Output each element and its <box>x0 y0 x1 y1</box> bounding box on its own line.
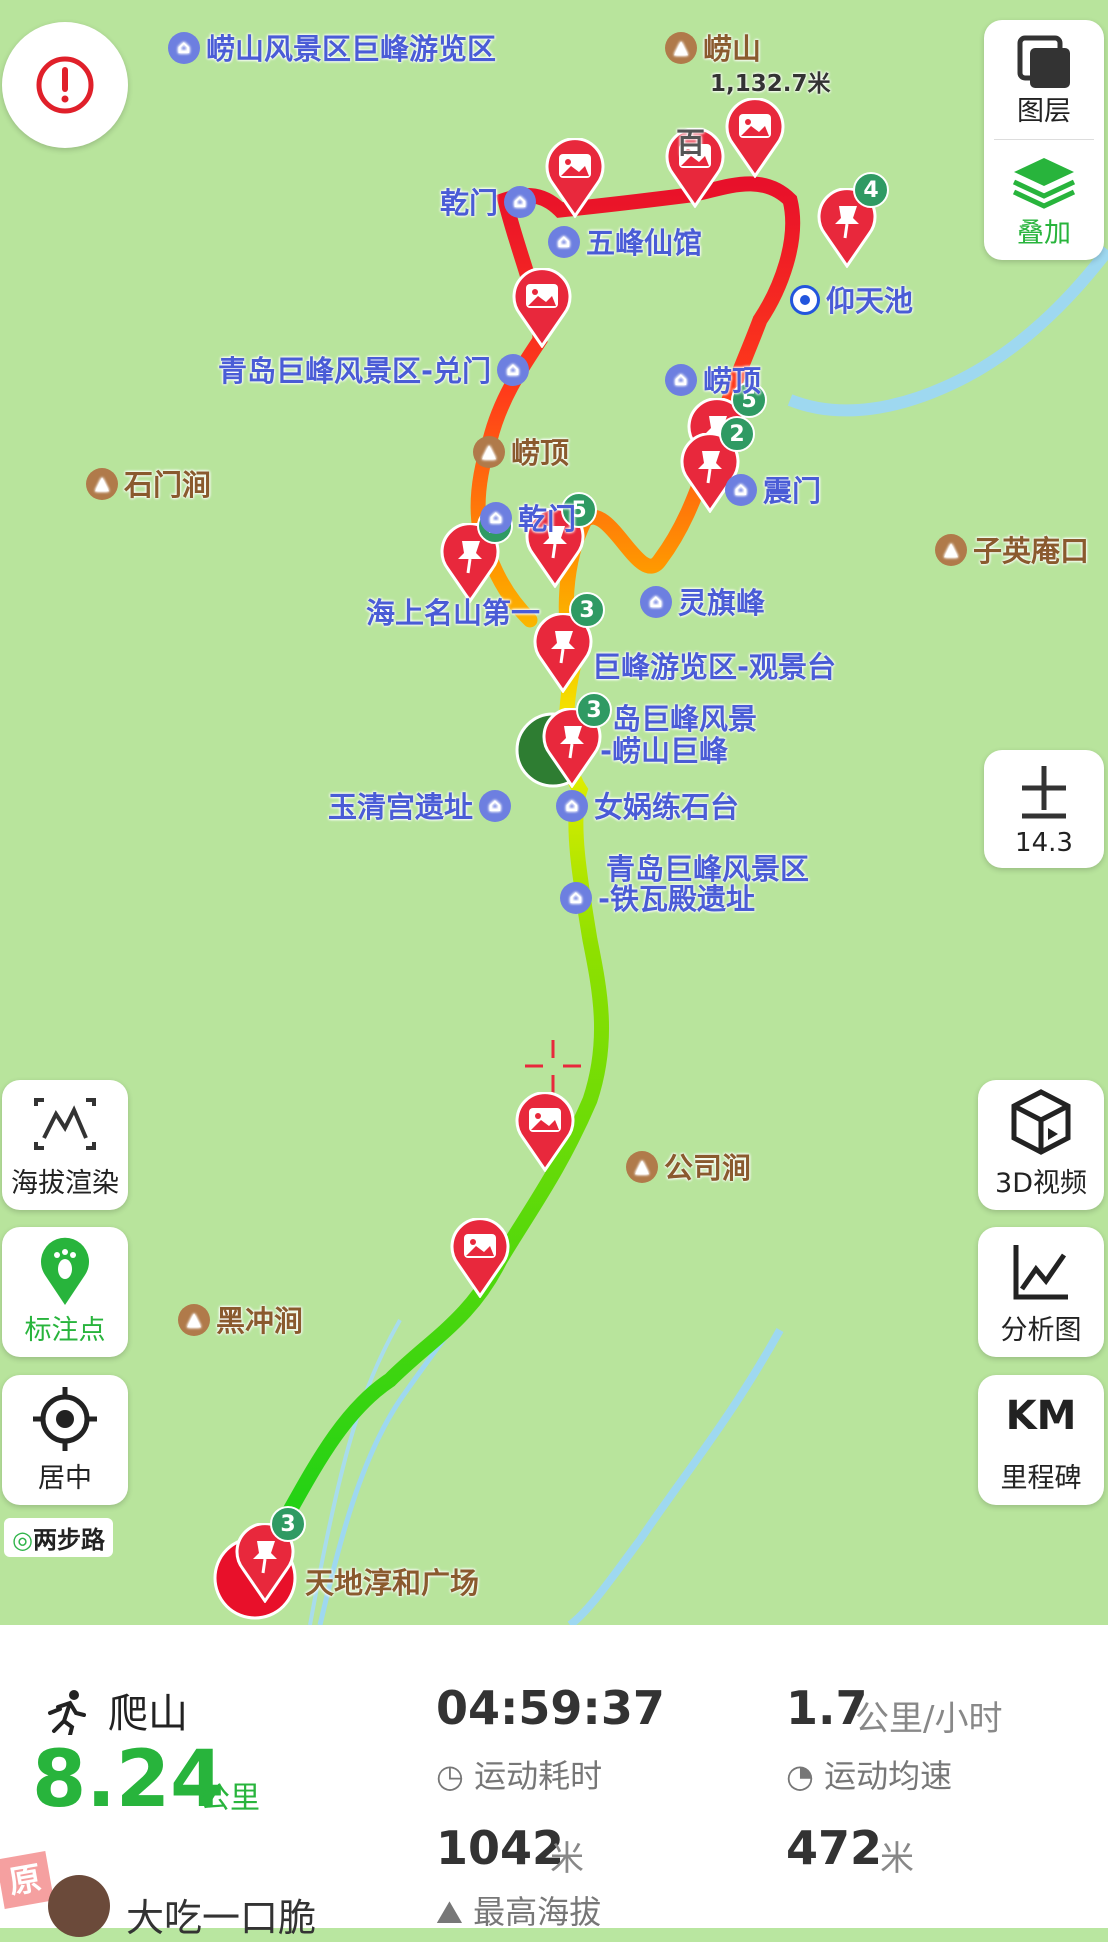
count-badge: 4 <box>853 172 889 208</box>
peak-gongsi[interactable]: ▲ 公司涧 <box>626 1145 751 1187</box>
mountain-icon: ▲ <box>626 1151 658 1183</box>
cube-icon <box>1011 1089 1071 1155</box>
scenic-icon: ⌂ <box>665 364 697 396</box>
poi-wufeng[interactable]: ⌂ 五峰仙馆 <box>548 220 702 262</box>
footprint-pin-icon <box>41 1237 90 1305</box>
poi-haishang[interactable]: 海上名山第一 <box>366 590 540 632</box>
line-chart-icon <box>1013 1245 1068 1300</box>
clock-icon: ◷ <box>436 1757 464 1795</box>
brand-logo: ◎两步路 <box>4 1518 113 1557</box>
scenic-icon: ⌂ <box>548 226 580 258</box>
poi-nvwa[interactable]: ⌂ 女娲练石台 <box>556 784 739 826</box>
exclamation-icon <box>36 56 94 114</box>
map-canvas[interactable]: 4 5 2 2 5 3 3 3 ⌂崂山风景区巨峰游览区 ▲崂山 1,132.7米… <box>0 0 1108 1625</box>
speedometer-icon: ◔ <box>786 1757 814 1795</box>
duration-label: ◷ 运动耗时 <box>436 1757 603 1795</box>
original-watermark: 原 <box>0 1851 54 1909</box>
scenic-icon: ⌂ <box>504 186 537 218</box>
scenic-icon: ⌂ <box>479 790 512 822</box>
location-dot-icon <box>790 285 820 315</box>
speed-unit: 公里/小时 <box>855 1699 1003 1739</box>
scenic-icon: ⌂ <box>725 474 757 506</box>
climb-value: 472 <box>786 1821 883 1875</box>
mountain-icon: ▲ <box>665 32 697 64</box>
photo-pin[interactable] <box>510 268 574 348</box>
river <box>567 1328 784 1625</box>
scenic-icon: ⌂ <box>168 32 200 64</box>
river <box>787 246 1108 417</box>
peak-elevation: 1,132.7米 <box>710 71 831 97</box>
plus-icon <box>1022 766 1066 819</box>
scenic-icon: ⌂ <box>480 502 512 534</box>
poi-jufeng-b[interactable]: -崂山巨峰 <box>600 728 728 770</box>
count-badge: 3 <box>569 592 605 628</box>
activity-type: 爬山 <box>108 1691 188 1737</box>
poi-yangtianchi[interactable]: 仰天池 <box>790 278 913 320</box>
footprint-icon: ◎ <box>12 1526 33 1554</box>
elevation-render-button[interactable]: 海拔渲染 <box>2 1080 128 1210</box>
elevation-icon <box>34 1098 96 1150</box>
photo-pin[interactable] <box>513 1092 577 1172</box>
max-altitude-label: ⛰ 最高海拔 <box>436 1893 602 1931</box>
total-distance: 8.24 <box>32 1735 225 1825</box>
poi-lingqi[interactable]: ⌂ 灵旗峰 <box>640 580 765 622</box>
climb-unit: 米 <box>880 1839 914 1879</box>
scenic-icon: ⌂ <box>497 354 530 386</box>
3d-video-button[interactable]: 3D视频 <box>978 1080 1104 1210</box>
count-badge: 3 <box>576 692 612 728</box>
mountain-icon: ▲ <box>935 534 967 566</box>
zoom-button[interactable]: 14.3 <box>984 750 1104 868</box>
locate-icon <box>33 1387 97 1451</box>
poi-qianmen[interactable]: 乾门 ⌂ <box>440 180 542 222</box>
max-altitude-unit: 米 <box>550 1839 584 1879</box>
peak-ziying[interactable]: ▲ 子英庵口 <box>935 528 1089 570</box>
crosshair <box>525 1040 581 1093</box>
running-icon <box>48 1690 86 1735</box>
mountain-icon: ▲ <box>178 1304 210 1336</box>
peak-shimen[interactable]: ▲ 石门涧 <box>86 462 211 504</box>
stats-panel: 爬山 8.24 公里 04:59:37 ◷ 运动耗时 1.7 公里/小时 ◔ 运… <box>0 1625 1108 1940</box>
photo-pin[interactable] <box>448 1218 512 1298</box>
altitude-icon: ⛰ <box>436 1893 463 1931</box>
count-badge: 2 <box>719 416 755 452</box>
peak-laoshan[interactable]: ▲ 崂山 <box>665 26 761 68</box>
scenic-icon: ⌂ <box>560 882 592 914</box>
peak-laoding[interactable]: ▲ 崂顶 <box>473 430 569 472</box>
layer-panel: 图层 叠加 <box>984 20 1104 260</box>
poi-tiandi[interactable]: 天地淳和广场 <box>305 1560 479 1602</box>
peak-heichong[interactable]: ▲ 黑冲涧 <box>178 1298 303 1340</box>
poi-yuqing[interactable]: 玉清宫遗址 ⌂ <box>328 784 517 826</box>
warning-button[interactable] <box>2 22 128 148</box>
mountain-icon: ▲ <box>473 436 505 468</box>
poi-guanjing[interactable]: 巨峰游览区-观景台 <box>592 644 836 686</box>
duration-value: 04:59:37 <box>436 1681 665 1735</box>
count-badge: 3 <box>270 1506 306 1542</box>
poi-zhenmen[interactable]: ⌂ 震门 <box>725 468 821 510</box>
scenic-icon: ⌂ <box>556 790 588 822</box>
layers-button[interactable]: 图层 <box>984 20 1104 138</box>
poi-scenic-area[interactable]: ⌂ 崂山风景区巨峰游览区 <box>168 26 496 68</box>
analysis-button[interactable]: 分析图 <box>978 1227 1104 1357</box>
stack-icon <box>1012 158 1076 209</box>
poi-tiewa-b[interactable]: ⌂ -铁瓦殿遗址 <box>560 876 755 918</box>
layers-icon <box>1017 35 1070 88</box>
speed-label: ◔ 运动均速 <box>786 1757 953 1795</box>
poi-duimen[interactable]: 青岛巨峰风景区-兑门 ⌂ <box>218 348 535 390</box>
poi-kanmen[interactable]: ⌂ 乾门 <box>480 496 576 538</box>
poi-laoding[interactable]: ⌂ 崂顶 <box>665 358 761 400</box>
marker-button[interactable]: 标注点 <box>2 1227 128 1357</box>
overlay-button[interactable]: 叠加 <box>984 140 1104 260</box>
mountain-icon: ▲ <box>86 468 118 500</box>
photo-pin[interactable] <box>723 98 787 178</box>
partial-label: 百 <box>676 126 706 160</box>
username[interactable]: 大吃一口脆 <box>126 1887 316 1942</box>
milestone-button[interactable]: KM 里程碑 <box>978 1375 1104 1505</box>
distance-unit: 公里 <box>200 1781 260 1816</box>
max-altitude-value: 1042 <box>436 1821 565 1875</box>
scenic-icon: ⌂ <box>640 586 672 618</box>
photo-pin[interactable] <box>543 138 607 218</box>
center-button[interactable]: 居中 <box>2 1375 128 1505</box>
